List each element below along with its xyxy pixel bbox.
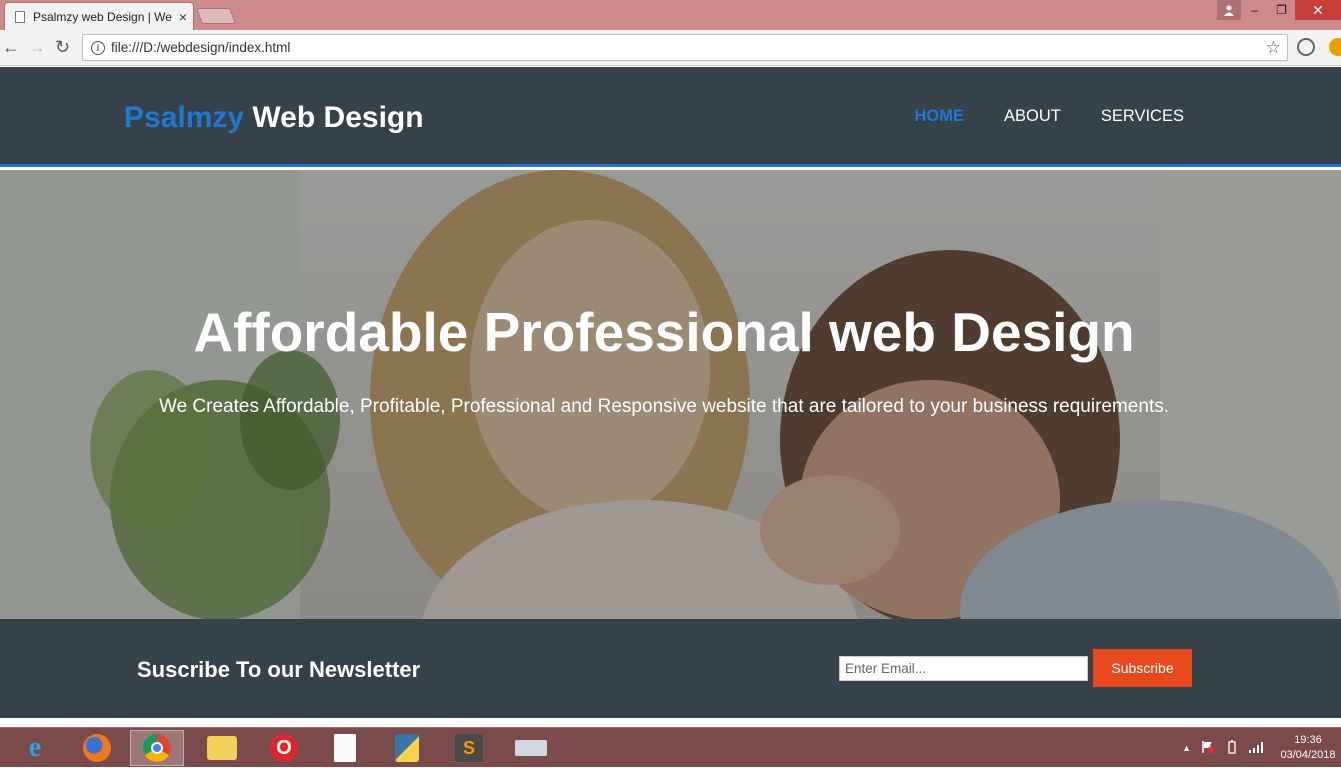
- taskbar-chrome[interactable]: [130, 730, 184, 766]
- main-nav: HOME ABOUT SERVICES: [915, 107, 1185, 126]
- window-controls: – ❐ ✕: [1217, 0, 1341, 20]
- clock-time: 19:36: [1294, 734, 1322, 746]
- user-profile-icon[interactable]: [1217, 0, 1241, 20]
- keyboard-icon: [515, 740, 547, 756]
- newsletter-section: Suscribe To our Newsletter Subscribe: [0, 619, 1341, 718]
- file-explorer-icon: [207, 736, 237, 760]
- address-bar[interactable]: i file:///D:/webdesign/index.html ☆: [82, 34, 1288, 61]
- page-footer-strip: [0, 718, 1341, 726]
- minimize-button[interactable]: –: [1241, 0, 1268, 20]
- windows-taskbar: e O S ▲ 19:36 03/04/2018: [0, 727, 1341, 767]
- browser-tabstrip: Psalmzy web Design | We × – ❐ ✕: [0, 0, 1341, 30]
- forward-button[interactable]: →: [28, 38, 46, 56]
- taskbar-firefox[interactable]: [70, 730, 124, 766]
- close-window-button[interactable]: ✕: [1295, 0, 1341, 20]
- chrome-icon: [143, 734, 171, 762]
- browser-tab[interactable]: Psalmzy web Design | We ×: [4, 2, 194, 30]
- taskbar-sublime-text[interactable]: S: [442, 730, 496, 766]
- internet-explorer-icon: e: [28, 732, 42, 763]
- new-tab-button[interactable]: [196, 8, 236, 24]
- logo-text: Web Design: [244, 101, 424, 134]
- nav-home[interactable]: HOME: [915, 107, 965, 126]
- reload-button[interactable]: ↻: [55, 38, 70, 56]
- power-icon[interactable]: [1225, 739, 1239, 757]
- show-hidden-icons-icon[interactable]: ▲: [1182, 743, 1191, 753]
- url-text[interactable]: file:///D:/webdesign/index.html: [111, 40, 1266, 55]
- python-icon: [395, 734, 419, 762]
- clock-date: 03/04/2018: [1280, 749, 1336, 761]
- taskbar-opera[interactable]: O: [257, 730, 311, 766]
- tab-title: Psalmzy web Design | We: [33, 9, 172, 24]
- taskbar-internet-explorer[interactable]: e: [8, 730, 62, 766]
- browser-toolbar: ← → ↻ i file:///D:/webdesign/index.html …: [0, 30, 1341, 66]
- taskbar-on-screen-keyboard[interactable]: [504, 730, 558, 766]
- hero-overlay: [0, 170, 1341, 619]
- system-clock[interactable]: 19:36 03/04/2018: [1275, 733, 1341, 763]
- subscribe-button[interactable]: Subscribe: [1093, 649, 1192, 687]
- newsletter-title: Suscribe To our Newsletter: [137, 657, 421, 682]
- taskbar-file-explorer[interactable]: [195, 730, 249, 766]
- firefox-icon: [83, 734, 111, 762]
- back-button[interactable]: ←: [2, 38, 20, 56]
- opera-icon: O: [270, 734, 298, 762]
- network-signal-icon[interactable]: [1249, 741, 1265, 756]
- hero-title: Affordable Professional web Design: [193, 301, 1135, 363]
- taskbar-python[interactable]: [380, 730, 434, 766]
- hero-showcase: Affordable Professional web Design We Cr…: [0, 170, 1341, 619]
- action-center-flag-icon[interactable]: [1201, 740, 1215, 757]
- system-tray: ▲ 19:36 03/04/2018: [1182, 728, 1341, 768]
- maximize-button[interactable]: ❐: [1268, 0, 1295, 20]
- sublime-text-icon: S: [455, 734, 483, 762]
- extension-icon-2[interactable]: [1329, 38, 1341, 56]
- nav-about[interactable]: ABOUT: [1004, 107, 1061, 126]
- extension-icon[interactable]: [1297, 38, 1315, 56]
- email-input[interactable]: [839, 656, 1088, 681]
- notepad-icon: [334, 734, 356, 762]
- nav-services[interactable]: SERVICES: [1101, 107, 1184, 126]
- bookmark-star-icon[interactable]: ☆: [1266, 38, 1281, 58]
- taskbar-notepad[interactable]: [318, 730, 372, 766]
- hero-subtitle: We Creates Affordable, Profitable, Profe…: [158, 396, 1169, 417]
- site-logo[interactable]: Psalmzy Web Design: [124, 101, 424, 135]
- page-icon: [15, 10, 25, 23]
- close-tab-icon[interactable]: ×: [179, 9, 187, 25]
- info-icon[interactable]: i: [91, 40, 105, 55]
- logo-highlight: Psalmzy: [124, 101, 245, 134]
- site-header: Psalmzy Web Design HOME ABOUT SERVICES: [0, 67, 1341, 167]
